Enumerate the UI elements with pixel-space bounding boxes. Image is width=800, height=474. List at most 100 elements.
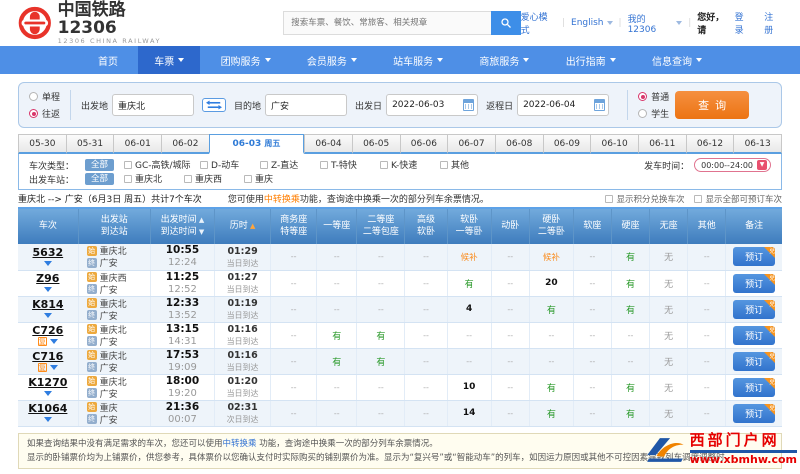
expand-train-icon[interactable] [43,391,52,396]
expand-train-icon[interactable] [43,313,52,318]
book-button[interactable]: 预订兑 [733,325,776,345]
date-tab-06-11[interactable]: 06-11 [637,134,686,154]
date-tab-06-08[interactable]: 06-08 [494,134,543,154]
seat-availability-cell[interactable]: 有 [316,322,358,349]
seat-availability-cell[interactable]: 有 [529,374,574,401]
seat-availability-cell[interactable]: 候补 [529,244,574,271]
search-input[interactable] [283,11,491,35]
col-header-历时[interactable]: 历时 ▲ [214,209,272,244]
transfer-link[interactable]: 中转换乘 [264,195,300,205]
expand-train-icon[interactable] [43,260,52,266]
nav-item-会员服务[interactable]: 会员服务 [291,46,373,74]
train-number-link[interactable]: K1270 [18,376,78,389]
col-header-其他[interactable]: 其他 [687,209,727,244]
nav-item-站车服务[interactable]: 站车服务 [377,46,459,74]
student-passenger-radio[interactable]: 学生 [638,107,669,120]
round-trip-radio[interactable]: 往返 [29,107,60,120]
seat-availability-cell[interactable]: 10 [447,374,492,401]
show-all-bookable-checkbox[interactable]: 显示全部可预订车次 [694,193,782,205]
train-number-link[interactable]: Z96 [18,272,78,285]
query-button[interactable]: 查询 [675,91,750,119]
from-station-input[interactable] [112,94,195,116]
book-button[interactable]: 预订兑 [733,377,776,397]
calendar-icon[interactable] [463,99,475,111]
login-link[interactable]: 登录 [735,10,753,36]
seat-availability-cell[interactable]: 有 [529,296,574,323]
date-tab-05-31[interactable]: 05-31 [65,134,114,154]
filter-option-其他[interactable]: 其他 [440,158,500,171]
date-tab-06-01[interactable]: 06-01 [113,134,162,154]
seat-availability-cell[interactable]: 14 [447,400,492,427]
seat-availability-cell[interactable]: 有 [611,400,651,427]
nav-item-出行指南[interactable]: 出行指南 [550,46,632,74]
search-button[interactable] [490,11,521,35]
seat-availability-cell[interactable]: 4 [447,296,492,323]
train-number-link[interactable]: K1064 [18,402,78,415]
nav-item-团购服务[interactable]: 团购服务 [205,46,287,74]
book-button[interactable]: 预订兑 [733,299,776,319]
expand-train-icon[interactable] [49,365,58,370]
col-header-高级[interactable]: 高级 软卧 [404,209,448,244]
seat-availability-cell[interactable]: 有 [611,374,651,401]
date-tab-06-02[interactable]: 06-02 [161,134,209,154]
logo[interactable]: 中国铁路12306 12306 CHINA RAILWAY [18,1,183,45]
seat-availability-cell[interactable]: 有 [447,270,492,297]
expand-train-icon[interactable] [43,417,52,422]
my12306-link[interactable]: 我的12306 [628,12,683,35]
seat-availability-cell[interactable]: 20 [529,270,574,297]
care-mode-link[interactable]: 爱心模式 [521,10,556,36]
depart-time-select[interactable]: 00:00--24:00 ▼ [694,158,771,172]
to-station-input[interactable] [265,94,348,116]
col-header-车次[interactable]: 车次 [18,209,79,244]
col-header-无座[interactable]: 无座 [649,209,689,244]
sort-asc-icon[interactable]: ▲ [248,222,255,230]
col-header-出发时间[interactable]: 出发时间 ▲ 到达时间 ▼ [150,209,216,244]
col-header-硬卧[interactable]: 硬卧 二等卧 [529,209,574,244]
date-tab-06-04[interactable]: 06-04 [304,134,352,154]
seat-availability-cell[interactable]: 有 [611,244,651,271]
expand-train-icon[interactable] [49,339,58,344]
sort-asc-icon[interactable]: ▲ [197,216,204,224]
book-button[interactable]: 预订兑 [733,273,776,293]
depart-station-all-chip[interactable]: 全部 [85,173,115,185]
nav-item-首页[interactable]: 首页 [82,46,134,74]
seat-availability-cell[interactable]: 有 [611,270,651,297]
swap-stations-button[interactable] [202,98,227,112]
filter-option-D-动车[interactable]: D-动车 [200,158,260,171]
chevron-down-icon[interactable]: ▼ [757,160,767,170]
train-type-all-chip[interactable]: 全部 [85,159,115,171]
col-header-出发站[interactable]: 出发站 到达站 [78,209,151,244]
calendar-icon[interactable] [594,99,606,111]
nav-item-商旅服务[interactable]: 商旅服务 [463,46,545,74]
date-tab-06-10[interactable]: 06-10 [590,134,638,154]
filter-option-K-快速[interactable]: K-快速 [380,158,440,171]
expand-train-icon[interactable] [43,287,52,292]
seat-availability-cell[interactable]: 有 [529,400,574,427]
one-way-radio[interactable]: 单程 [29,90,60,103]
col-header-软卧[interactable]: 软卧 一等卧 [447,209,492,244]
filter-option-重庆北[interactable]: 重庆北 [124,172,184,185]
seat-availability-cell[interactable]: 有 [356,348,406,375]
col-header-备注[interactable]: 备注 [725,209,782,244]
date-tab-06-09[interactable]: 06-09 [542,134,591,154]
filter-option-GC-高铁/城际[interactable]: GC-高铁/城际 [124,158,200,171]
normal-passenger-radio[interactable]: 普通 [638,90,669,103]
date-tab-06-06[interactable]: 06-06 [399,134,448,154]
train-number-link[interactable]: C726 [18,324,78,337]
col-header-商务座[interactable]: 商务座 特等座 [270,209,318,244]
train-number-link[interactable]: 5632 [18,246,78,259]
book-button[interactable]: 预订兑 [733,247,776,267]
filter-option-Z-直达[interactable]: Z-直达 [260,158,320,171]
show-points-trains-checkbox[interactable]: 显示积分兑换车次 [605,193,684,205]
seat-availability-cell[interactable]: 有 [356,322,406,349]
date-tab-06-03[interactable]: 06-03 周五 [208,134,305,154]
train-number-link[interactable]: C716 [18,350,78,363]
col-header-二等座[interactable]: 二等座 二等包座 [356,209,406,244]
train-number-link[interactable]: K814 [18,298,78,311]
date-tab-06-07[interactable]: 06-07 [447,134,495,154]
col-header-软座[interactable]: 软座 [573,209,612,244]
register-link[interactable]: 注册 [764,10,782,36]
col-header-一等座[interactable]: 一等座 [316,209,358,244]
book-button[interactable]: 预订兑 [733,351,776,371]
filter-option-T-特快[interactable]: T-特快 [320,158,380,171]
